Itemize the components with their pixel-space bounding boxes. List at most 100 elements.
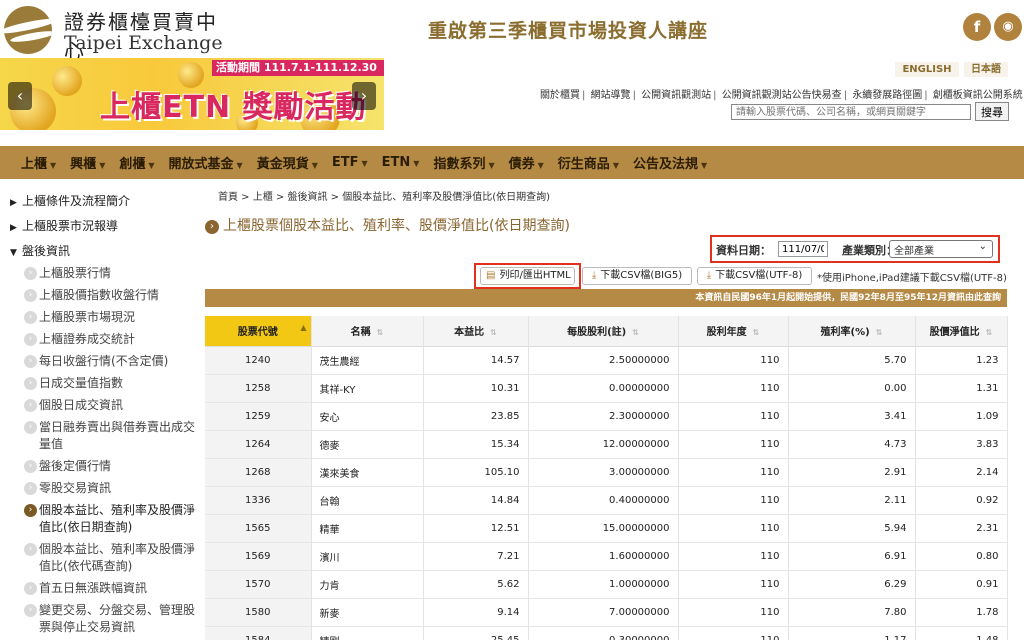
nav-item-indices[interactable]: 指數系列 ▼ <box>433 153 494 172</box>
chevron-right-icon: › <box>205 220 219 234</box>
date-label: 資料日期： <box>716 244 771 257</box>
sidebar-item[interactable]: › 上櫃股票行情 <box>0 265 200 282</box>
nav-item-derivatives[interactable]: 衍生商品 ▼ <box>558 153 619 172</box>
col-header-pe[interactable]: 本益比 ⇅ <box>423 316 529 347</box>
nav-item-bonds[interactable]: 債券 ▼ <box>509 153 544 172</box>
date-input[interactable] <box>778 241 828 257</box>
cell-dividend: 7.00000000 <box>528 598 679 627</box>
sidebar-item[interactable]: › 個股日成交資訊 <box>0 397 200 414</box>
sidebar-item[interactable]: › 個股本益比、殖利率及股價淨值比(依代碼查詢) <box>0 541 200 575</box>
industry-select[interactable]: 全部產業 ⌄ <box>889 240 993 258</box>
cell-name: 精華 <box>311 514 424 543</box>
nav-item-gisa[interactable]: 創櫃 ▼ <box>119 153 154 172</box>
rss-icon[interactable]: ◉ <box>994 13 1022 41</box>
sidebar-item-label: 上櫃證券成交統計 <box>39 332 136 346</box>
cell-name: 力肯 <box>311 570 424 599</box>
sidebar-item[interactable]: › 個股本益比、殖利率及股價淨值比(依日期查詢) <box>0 502 200 536</box>
nav-item-tpex[interactable]: 上櫃 ▼ <box>21 153 56 172</box>
search-button[interactable]: 搜尋 <box>975 102 1009 121</box>
cell-name: 精剛 <box>311 626 424 640</box>
cell-pe: 9.14 <box>423 598 529 627</box>
top-link-sitemap[interactable]: 網站導覽 <box>591 90 631 101</box>
cell-dividend: 0.00000000 <box>528 374 679 403</box>
cell-dividend-year: 110 <box>678 514 789 543</box>
search-input[interactable] <box>731 104 971 120</box>
cell-dividend: 0.30000000 <box>528 626 679 640</box>
banner-next-icon[interactable]: › <box>352 82 376 110</box>
sidebar-section-after-hours[interactable]: ▼ 盤後資訊 <box>0 240 200 262</box>
page-title: › 上櫃股票個股本益比、殖利率、股價淨值比(依日期查詢) <box>205 215 570 235</box>
caret-down-icon: ▼ <box>50 161 57 170</box>
caret-down-icon: ▼ <box>488 161 495 170</box>
cell-pe: 25.45 <box>423 626 529 640</box>
taipei-exchange-logo[interactable]: 證券櫃檯買賣中心 Taipei Exchange <box>4 6 234 63</box>
nav-item-funds[interactable]: 開放式基金 ▼ <box>169 153 243 172</box>
col-header-yield[interactable]: 殖利率(%) ⇅ <box>788 316 916 347</box>
notice-bar[interactable]: 本資訊自民國96年1月起開始提供，民國92年8月至95年12月資訊由此查詢 <box>205 289 1007 307</box>
nav-item-gold[interactable]: 黃金現貨 ▼ <box>257 153 318 172</box>
nav-item-emerging[interactable]: 興櫃 ▼ <box>70 153 105 172</box>
nav-item-regulations[interactable]: 公告及法規 ▼ <box>633 153 707 172</box>
promo-banner[interactable]: 活動期間 111.7.1-111.12.30 上櫃ETN 獎勵活動 ‹ › <box>0 58 384 130</box>
sidebar-section-market-report[interactable]: ▶ 上櫃股票市況報導 <box>0 215 200 237</box>
download-csv-utf8-button[interactable]: ⤓ 下載CSV檔(UTF-8) <box>697 267 812 285</box>
cell-pb: 1.23 <box>915 346 1008 375</box>
sidebar-item[interactable]: › 首五日無漲跌幅資訊 <box>0 580 200 597</box>
cell-dividend-year: 110 <box>678 458 789 487</box>
col-header-dividend-year[interactable]: 股利年度 ⇅ <box>678 316 789 347</box>
cell-pb: 1.09 <box>915 402 1008 431</box>
col-header-pb[interactable]: 股價淨值比 ⇅ <box>915 316 1008 347</box>
col-header-dividend[interactable]: 每股股利(註) ⇅ <box>528 316 679 347</box>
download-csv-big5-button[interactable]: ⤓ 下載CSV檔(BIG5) <box>582 267 692 285</box>
sidebar-item[interactable]: › 當日融券賣出與借券賣出成交量值 <box>0 419 200 453</box>
announcement-title[interactable]: 重啟第三季櫃買市場投資人講座 <box>428 16 708 43</box>
sidebar-item[interactable]: › 零股交易資訊 <box>0 480 200 497</box>
print-html-button[interactable]: ▤ 列印/匯出HTML <box>480 267 575 285</box>
lang-english-button[interactable]: ENGLISH <box>895 62 959 77</box>
sidebar-item-label: 上櫃股價指數收盤行情 <box>39 288 160 302</box>
nav-item-etn[interactable]: ETN ▼ <box>382 155 420 170</box>
table-header-row: 股票代號 ▲ 名稱 ⇅ 本益比 ⇅ 每股股利(註) ⇅ 股利年度 ⇅ 殖利率(%) ⇅ 股價… <box>205 316 1008 347</box>
cell-dividend-year: 110 <box>678 570 789 599</box>
top-link-mops-quick[interactable]: 公開資訊觀測站公告快易查 <box>722 90 842 101</box>
chevron-circle-icon: › <box>24 604 37 617</box>
col-header-code[interactable]: 股票代號 ▲ <box>205 316 312 347</box>
sort-icon: ⇅ <box>875 328 883 338</box>
sidebar-section-listing[interactable]: ▶ 上櫃條件及流程簡介 <box>0 190 200 212</box>
top-link-mops[interactable]: 公開資訊觀測站 <box>641 90 711 101</box>
cell-pe: 14.84 <box>423 486 529 515</box>
lang-japanese-button[interactable]: 日本語 <box>964 62 1008 77</box>
cell-name: 台翰 <box>311 486 424 515</box>
sidebar: ▶ 上櫃條件及流程簡介 ▶ 上櫃股票市況報導 ▼ 盤後資訊 › 上櫃股票行情 › 上櫃股價指… <box>0 190 200 640</box>
top-link-about[interactable]: 關於櫃買 <box>540 90 580 101</box>
nav-item-etf[interactable]: ETF ▼ <box>332 155 368 170</box>
cell-yield: 5.70 <box>788 346 916 375</box>
chevron-circle-icon: › <box>24 504 37 517</box>
sidebar-item[interactable]: › 日成交量值指數 <box>0 375 200 392</box>
sidebar-item-label: 變更交易、分盤交易、管理股票與停止交易資訊 <box>39 603 196 634</box>
top-link-gisa[interactable]: 創櫃板資訊公開系統 <box>933 90 1023 101</box>
table-row: 1268 漢來美食 105.10 3.00000000 110 2.91 2.14 <box>205 458 1008 487</box>
cell-code: 1259 <box>205 402 312 431</box>
sidebar-item[interactable]: › 每日收盤行情(不含定價) <box>0 353 200 370</box>
sidebar-item[interactable]: › 上櫃股票市場現況 <box>0 309 200 326</box>
caret-down-icon: ▼ <box>700 161 708 170</box>
cell-name: 其祥-KY <box>311 374 424 403</box>
cell-name: 德麥 <box>311 430 424 459</box>
sidebar-item[interactable]: › 變更交易、分盤交易、管理股票與停止交易資訊 <box>0 602 200 636</box>
sidebar-item[interactable]: › 上櫃股價指數收盤行情 <box>0 287 200 304</box>
banner-title: 上櫃ETN 獎勵活動 <box>100 90 367 125</box>
sidebar-item[interactable]: › 上櫃證券成交統計 <box>0 331 200 348</box>
cell-dividend-year: 110 <box>678 346 789 375</box>
col-header-name[interactable]: 名稱 ⇅ <box>311 316 424 347</box>
sort-icon: ⇅ <box>632 328 639 338</box>
printer-icon: ▤ <box>486 270 496 281</box>
top-link-sustainability[interactable]: 永續發展路徑圖 <box>852 90 922 101</box>
cell-pb: 1.78 <box>915 598 1008 627</box>
caret-down-icon: ▼ <box>537 161 544 170</box>
facebook-icon[interactable]: f <box>963 13 991 41</box>
sidebar-item[interactable]: › 盤後定價行情 <box>0 458 200 475</box>
sidebar-item-label: 零股交易資訊 <box>39 481 112 495</box>
pe-ratio-table: 股票代號 ▲ 名稱 ⇅ 本益比 ⇅ 每股股利(註) ⇅ 股利年度 ⇅ 殖利率(%) ⇅ 股價… <box>205 316 1008 640</box>
banner-prev-icon[interactable]: ‹ <box>8 82 32 110</box>
